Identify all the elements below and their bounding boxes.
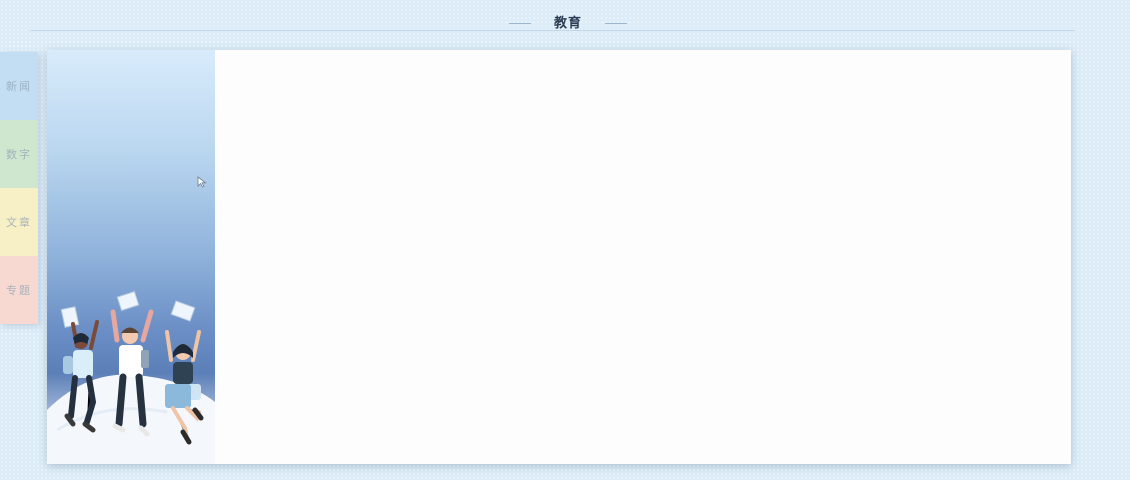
side-tab-news[interactable]: 新闻 <box>0 52 38 120</box>
title-dash-left <box>509 23 531 24</box>
side-tab-label: 数字 <box>6 148 32 161</box>
section-title: 教育 <box>553 16 582 31</box>
students-celebrating-illustration <box>47 290 215 464</box>
content-card <box>47 50 1071 464</box>
content-area <box>215 50 1071 464</box>
section-header: 教育 <box>0 0 1130 48</box>
paper-icon <box>116 290 140 312</box>
side-tab-bar: 新闻 数字 文章 专题 <box>0 52 38 324</box>
side-tab-label: 文章 <box>6 216 32 229</box>
side-tab-label: 新闻 <box>6 80 32 93</box>
side-tab-articles[interactable]: 文章 <box>0 188 38 256</box>
paper-icon <box>60 306 80 328</box>
paper-icon <box>170 300 196 322</box>
side-tab-topics[interactable]: 专题 <box>0 256 38 324</box>
mouse-pointer-icon <box>197 176 207 188</box>
side-tab-digital[interactable]: 数字 <box>0 120 38 188</box>
hero-illustration-panel <box>47 50 215 464</box>
title-dash-right <box>605 23 627 24</box>
side-tab-label: 专题 <box>6 284 32 297</box>
